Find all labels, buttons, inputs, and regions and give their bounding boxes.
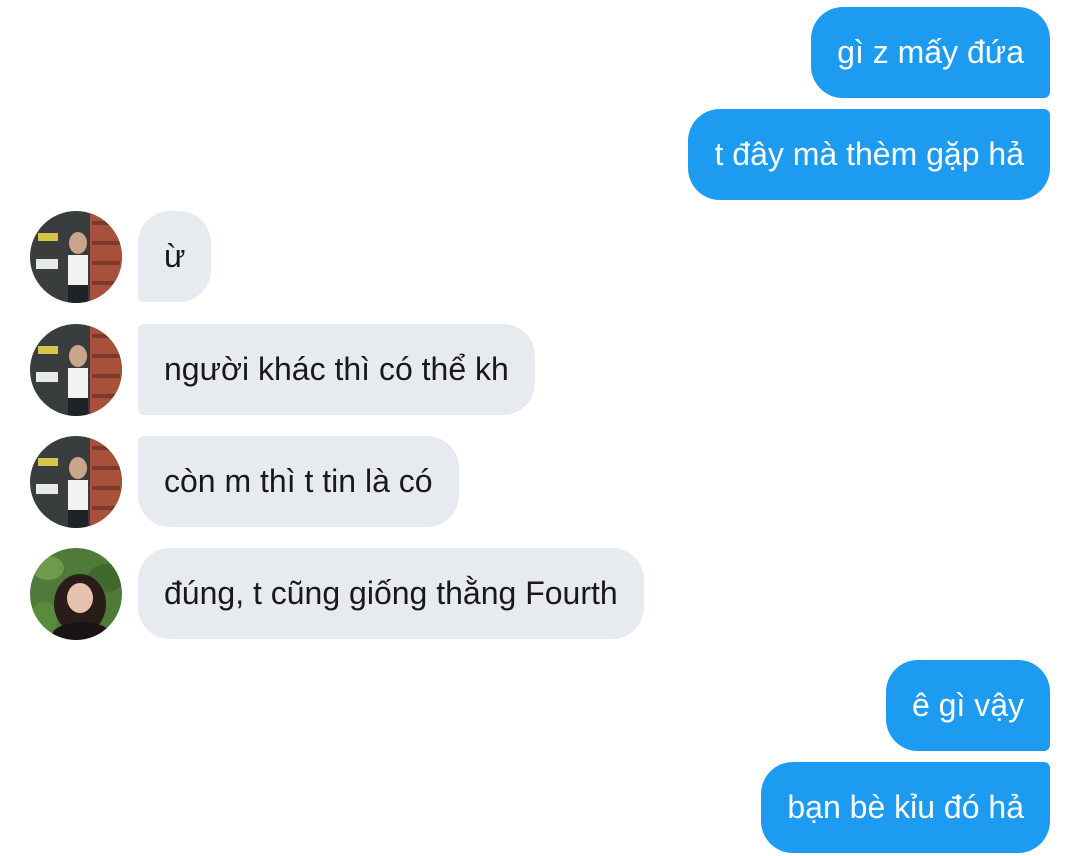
received-message[interactable]: đúng, t cũng giống thằng Fourth [138,548,644,639]
message-text: đúng, t cũng giống thằng Fourth [164,575,618,611]
message-text: ê gì vậy [911,687,1024,723]
message-text: t đây mà thèm gặp hả [714,136,1024,172]
received-message[interactable]: người khác thì có thể kh [138,324,535,415]
avatar-man-image [30,211,122,303]
sent-message[interactable]: t đây mà thèm gặp hả [688,109,1050,200]
avatar-man-image [30,324,122,416]
message-text: bạn bè kỉu đó hả [787,789,1024,825]
message-text: còn m thì t tin là có [164,463,433,499]
sent-message[interactable]: ê gì vậy [885,660,1050,751]
avatar[interactable] [30,211,122,303]
avatar-woman-image [30,548,122,640]
received-message[interactable]: ừ [138,211,212,302]
message-text: ừ [164,238,186,274]
message-text: người khác thì có thể kh [164,351,509,387]
message-text: gì z mấy đứa [837,34,1024,70]
avatar[interactable] [30,436,122,528]
sent-message[interactable]: bạn bè kỉu đó hả [761,762,1050,853]
sent-message[interactable]: gì z mấy đứa [811,7,1050,98]
avatar-man-image [30,436,122,528]
avatar[interactable] [30,324,122,416]
received-message[interactable]: còn m thì t tin là có [138,436,459,527]
avatar[interactable] [30,548,122,640]
